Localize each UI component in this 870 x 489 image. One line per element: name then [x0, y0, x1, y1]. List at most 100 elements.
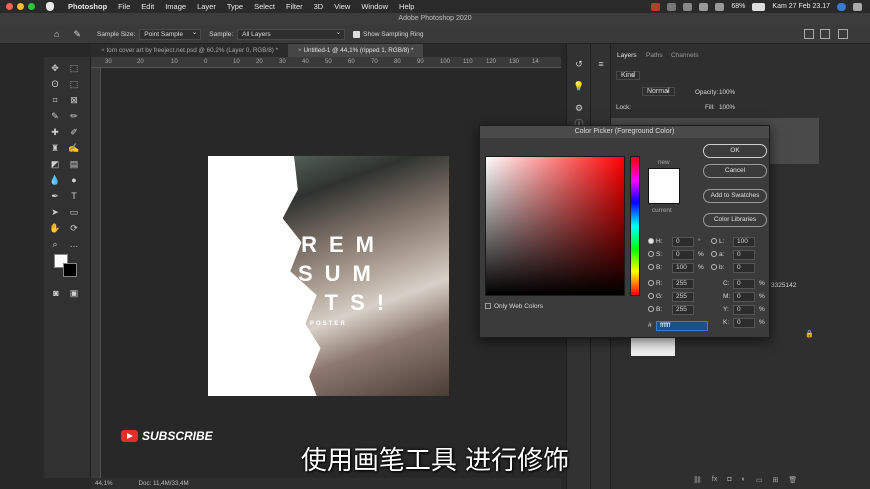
- shape-tool-icon[interactable]: ▭: [68, 206, 80, 218]
- sample-select[interactable]: All Layers: [237, 28, 346, 40]
- sample-size-select[interactable]: Point Sample: [139, 28, 202, 40]
- properties-panel-icon[interactable]: ⚙: [573, 102, 585, 114]
- pen-tool-icon[interactable]: ✒: [49, 190, 61, 202]
- menu-edit[interactable]: Edit: [141, 2, 154, 11]
- home-icon[interactable]: ⌂: [54, 29, 59, 39]
- menu-window[interactable]: Window: [361, 2, 388, 11]
- ruler-tool-icon[interactable]: ✏: [68, 110, 80, 122]
- c-value[interactable]: 0: [733, 279, 755, 289]
- tab-paths[interactable]: Paths: [646, 52, 663, 59]
- record-icon[interactable]: [651, 2, 661, 11]
- stamp-tool-icon[interactable]: ♜: [49, 142, 61, 154]
- new-layer-icon[interactable]: ⊞: [772, 476, 778, 484]
- red-field[interactable]: R: 255: [648, 279, 694, 289]
- fx-icon[interactable]: fx: [712, 476, 717, 484]
- menu-select[interactable]: Select: [254, 2, 275, 11]
- menu-file[interactable]: File: [118, 2, 130, 11]
- eyedropper-tool-icon[interactable]: ✎: [49, 110, 61, 122]
- radio-blue[interactable]: [648, 306, 654, 313]
- tab-channels[interactable]: Channels: [671, 52, 698, 59]
- green-field[interactable]: G: 255: [648, 292, 694, 302]
- radio-h[interactable]: [648, 238, 654, 245]
- brush-tool-icon[interactable]: ✐: [68, 126, 80, 138]
- move-tool-icon[interactable]: ✥: [49, 62, 61, 74]
- frame-tool-icon[interactable]: ⊠: [68, 94, 80, 106]
- history-panel-icon[interactable]: ↺: [573, 58, 585, 70]
- wifi-icon[interactable]: [699, 2, 709, 11]
- trash-icon[interactable]: 🗑: [788, 476, 797, 484]
- radio-l[interactable]: [711, 238, 717, 245]
- tab-layers[interactable]: Layers: [617, 52, 637, 59]
- radio-r[interactable]: [648, 280, 654, 287]
- adjust-panel-icon[interactable]: ≡: [595, 58, 607, 70]
- g-value[interactable]: 255: [672, 292, 694, 302]
- close-dot-icon[interactable]: [6, 3, 13, 10]
- mask-icon[interactable]: ◘: [727, 476, 731, 484]
- menu-help[interactable]: Help: [399, 2, 414, 11]
- color-field[interactable]: [485, 156, 625, 296]
- tab-untitled[interactable]: × Untitled-1 @ 44,1% (ripped 1, RGB/8) *: [288, 44, 424, 57]
- l-value[interactable]: 100: [733, 237, 755, 247]
- radio-b[interactable]: [648, 264, 654, 271]
- r-value[interactable]: 255: [672, 279, 694, 289]
- y-value[interactable]: 0: [733, 305, 755, 315]
- m-value[interactable]: 0: [733, 292, 755, 302]
- radio-s[interactable]: [648, 251, 654, 258]
- crop-tool-icon[interactable]: ⌗: [49, 94, 61, 106]
- blend-mode-select[interactable]: Normal: [641, 87, 675, 96]
- search-icon[interactable]: [804, 29, 814, 39]
- screen-mode-icon[interactable]: ▣: [68, 287, 80, 299]
- zoom-tool-icon[interactable]: ⌕: [49, 238, 61, 250]
- s-value[interactable]: 0: [672, 250, 694, 260]
- doc-size[interactable]: Doc: 11,4M/33,4M: [139, 480, 189, 487]
- apple-icon[interactable]: [46, 2, 54, 11]
- zoom-level[interactable]: 44,1%: [95, 480, 113, 487]
- healing-tool-icon[interactable]: ✚: [49, 126, 61, 138]
- sync-icon[interactable]: [683, 2, 693, 11]
- more-tools-icon[interactable]: …: [68, 238, 80, 250]
- history-brush-icon[interactable]: ✍: [68, 142, 80, 154]
- hex-value[interactable]: ffffff: [656, 321, 708, 331]
- lab-a-field[interactable]: a: 0: [711, 250, 755, 260]
- cancel-button[interactable]: Cancel: [703, 164, 767, 178]
- lab-b-value[interactable]: 0: [733, 263, 755, 273]
- menu-3d[interactable]: 3D: [314, 2, 324, 11]
- color-libraries-button[interactable]: Color Libraries: [703, 213, 767, 227]
- dodge-tool-icon[interactable]: ●: [68, 174, 80, 186]
- opacity-value[interactable]: 100%: [719, 89, 735, 96]
- hue-slider[interactable]: [630, 156, 640, 296]
- fill-value[interactable]: 100%: [719, 104, 735, 111]
- add-swatches-button[interactable]: Add to Swatches: [703, 189, 767, 203]
- b-value[interactable]: 100: [672, 263, 694, 273]
- volume-icon[interactable]: [715, 2, 725, 11]
- menu-image[interactable]: Image: [165, 2, 186, 11]
- minimize-dot-icon[interactable]: [17, 3, 24, 10]
- path-select-icon[interactable]: ➤: [49, 206, 61, 218]
- battery-icon[interactable]: [752, 2, 766, 11]
- lasso-tool-icon[interactable]: ʘ: [49, 78, 61, 90]
- only-web-colors[interactable]: Only Web Colors: [485, 303, 543, 310]
- blue-value[interactable]: 255: [672, 305, 694, 315]
- tab-torn-cover[interactable]: × torn cover art by freeject.net.psd @ 6…: [91, 44, 288, 57]
- show-ring-checkbox[interactable]: [353, 30, 361, 38]
- saturation-field[interactable]: S: 0%: [648, 250, 704, 260]
- black-field[interactable]: K: 0%: [723, 318, 765, 328]
- learn-panel-icon[interactable]: 💡: [573, 80, 585, 92]
- only-web-checkbox[interactable]: [485, 303, 491, 310]
- blur-tool-icon[interactable]: 💧: [49, 174, 61, 186]
- background-color-swatch[interactable]: [63, 263, 77, 277]
- hex-field[interactable]: # ffffff: [648, 321, 708, 331]
- k-value[interactable]: 0: [733, 318, 755, 328]
- menu-view[interactable]: View: [334, 2, 350, 11]
- gradient-tool-icon[interactable]: ▤: [68, 158, 80, 170]
- magenta-field[interactable]: M: 0%: [723, 292, 765, 302]
- cloud-icon[interactable]: [667, 2, 677, 11]
- lab-l-field[interactable]: L: 100: [711, 237, 755, 247]
- rotate-view-icon[interactable]: ⟳: [68, 222, 80, 234]
- type-tool-icon[interactable]: T: [68, 190, 80, 202]
- link-icon[interactable]: ⛓: [693, 476, 702, 484]
- lab-b-field[interactable]: b: 0: [711, 263, 755, 273]
- quick-mask-icon[interactable]: ◙: [50, 287, 62, 299]
- menu-extra-icon[interactable]: [853, 2, 862, 11]
- yellow-field[interactable]: Y: 0%: [723, 305, 765, 315]
